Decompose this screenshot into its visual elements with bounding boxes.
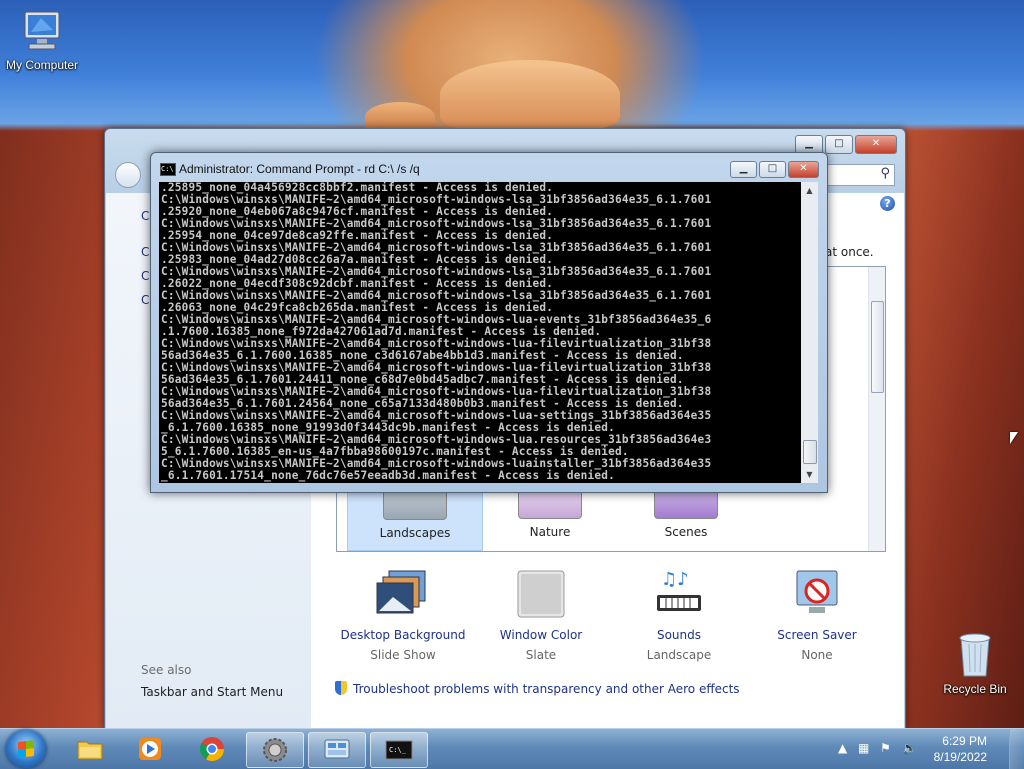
back-button[interactable] [115,162,141,188]
sounds-option[interactable]: ♫♪ Sounds Landscape [609,569,749,662]
screen-saver-icon [796,570,838,613]
windows-logo-icon [18,740,34,758]
close-button[interactable]: ✕ [788,161,819,178]
taskbar-start-menu-link[interactable]: Taskbar and Start Menu [141,685,283,699]
cmd-icon: C:\ [160,163,176,176]
folder-icon [77,741,103,760]
left-pane-link[interactable]: C [141,293,149,307]
personalization-icon [324,739,350,759]
svg-text:♫♪: ♫♪ [661,569,689,590]
theme-label: Landscapes [379,526,451,540]
desktop-icon-label: My Computer [5,58,79,72]
window-color-option[interactable]: Window Color Slate [471,569,611,662]
window-color-icon [517,570,565,618]
desktop-background-value: Slide Show [370,648,436,662]
theme-label: Nature [529,525,571,539]
desktop-background-link[interactable]: Desktop Background [333,628,473,642]
cmd-taskbar-button[interactable]: C:\_ [370,732,428,768]
desktop-background-icon [376,570,426,614]
window-title: Administrator: Command Prompt - rd C:\ /… [179,162,420,176]
svg-text:C:\_: C:\_ [389,746,407,754]
cmd-icon: C:\_ [385,740,413,760]
console-text: .25895_none_04a456928cc8bbf2.manifest - … [161,182,712,482]
wallpaper-rock [440,60,620,130]
scroll-down-arrow[interactable]: ▼ [801,466,818,483]
desktop-background-option[interactable]: Desktop Background Slide Show [333,569,473,662]
media-player-taskbar-button[interactable] [122,732,178,766]
screen-saver-link[interactable]: Screen Saver [747,628,887,642]
sounds-value: Landscape [646,648,712,662]
system-tray: ▲ ▦ ⚑ 🔈 6:29 PM 8/19/2022 [834,729,1024,769]
media-player-icon [139,738,161,760]
desktop-icon-recycle-bin[interactable]: Recycle Bin [933,632,1017,696]
maximize-button[interactable]: □ [759,161,786,178]
left-pane-link[interactable]: C [141,245,149,259]
theme-label: Scenes [664,525,708,539]
minimize-button[interactable]: ▁ [730,161,757,178]
gear-icon [263,738,287,762]
search-icon: ⚲ [880,166,890,181]
mouse-cursor [1010,432,1018,444]
chrome-icon [199,737,224,762]
chrome-taskbar-button[interactable] [184,732,240,766]
desktop-icon-label: Recycle Bin [943,682,1007,696]
console-output[interactable]: .25895_none_04a456928cc8bbf2.manifest - … [159,182,801,483]
taskbar: C:\_ ▲ ▦ ⚑ 🔈 6:29 PM 8/19/2022 [0,728,1024,769]
troubleshoot-link-text: Troubleshoot problems with transparency … [353,682,740,696]
screen-saver-value: None [801,648,833,662]
theme-list-scrollbar[interactable] [868,267,885,551]
computer-icon [24,11,60,50]
control-panel-taskbar-button[interactable] [246,732,304,768]
help-icon[interactable]: ? [880,196,895,211]
window-color-link[interactable]: Window Color [471,628,611,642]
command-prompt-window: C:\ Administrator: Command Prompt - rd C… [150,152,828,493]
window-color-value: Slate [525,648,557,662]
show-hidden-icons-icon[interactable]: ▲ [838,741,847,755]
left-pane-link[interactable]: C [141,269,149,283]
left-pane-link[interactable]: C [141,209,149,223]
explorer-taskbar-button[interactable] [62,732,118,766]
action-center-flag-icon[interactable]: ⚑ [880,741,891,755]
desktop-icon-my-computer[interactable]: My Computer [0,10,84,72]
scroll-up-arrow[interactable]: ▲ [801,182,818,199]
volume-icon[interactable]: 🔈 [902,741,917,755]
close-button[interactable]: ✕ [855,135,897,154]
maximize-button[interactable]: □ [825,135,853,154]
window-caption-buttons: ▁ □ ✕ [730,161,819,178]
scrollbar-thumb[interactable] [871,301,884,393]
clock-time[interactable]: 6:29 PM [942,734,987,748]
recycle-bin-icon [959,633,991,677]
show-desktop-button[interactable] [1009,729,1024,769]
scrollbar-thumb[interactable] [803,440,817,464]
start-button[interactable] [6,730,46,768]
see-also-heading: See also [141,663,192,677]
network-icon[interactable]: ▦ [858,741,869,755]
sounds-link[interactable]: Sounds [609,628,749,642]
troubleshoot-aero-link[interactable]: Troubleshoot problems with transparency … [335,681,740,696]
console-scrollbar[interactable]: ▲ ▼ [801,182,818,483]
shield-icon [335,681,347,695]
screen-saver-option[interactable]: Screen Saver None [747,569,887,662]
description-text: at once. [825,245,874,259]
sounds-icon: ♫♪ [657,569,701,611]
clock-date[interactable]: 8/19/2022 [934,750,987,764]
personalization-taskbar-button[interactable] [308,732,366,768]
